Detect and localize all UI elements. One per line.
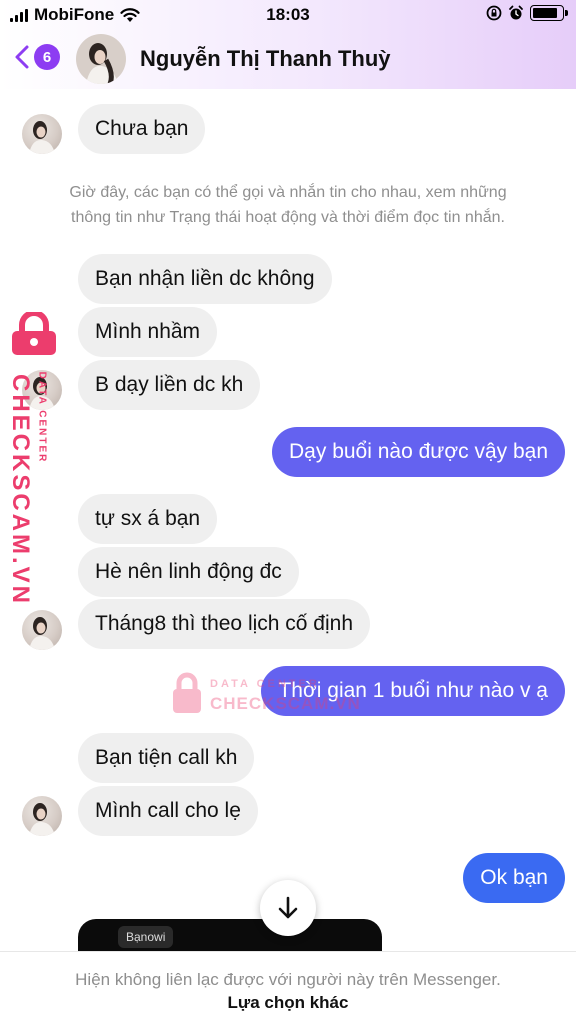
message-outgoing[interactable]: Dạy buổi nào được vậy bạn [272,427,565,477]
composer-unavailable-footer: Hiện không liên lạc được với người này t… [0,951,576,1024]
contact-avatar[interactable] [76,34,126,84]
system-notice: Giờ đây, các bạn có thể gọi và nhắn tin … [0,180,576,230]
message-outgoing[interactable]: Ok bạn [463,853,565,903]
unavailable-notice: Hiện không liên lạc được với người này t… [75,970,501,989]
chat-header: MobiFone 18:03 6 Nguyễn Thị Thanh Thuỳ [0,0,576,89]
scroll-down-button[interactable] [260,880,316,936]
unread-count-badge: 6 [34,44,60,70]
status-bar: MobiFone 18:03 [0,0,576,30]
message-incoming[interactable]: Mình nhầm [78,307,218,357]
other-options-link[interactable]: Lựa chọn khác [0,993,576,1013]
contact-name[interactable]: Nguyễn Thị Thanh Thuỳ [140,46,391,72]
back-chevron-icon [15,45,29,69]
scroll-down-arrow-icon [278,896,298,919]
watermark-tagline: DATA CENTER [36,371,48,464]
message-incoming[interactable]: Mình call cho lẹ [78,786,258,836]
battery-icon [530,5,568,21]
lock-icon [173,672,201,713]
message-incoming[interactable]: Bạn tiện call kh [78,733,255,783]
message-outgoing[interactable]: Thời gian 1 buổi như nào v ạ [261,666,565,716]
sender-photo [29,121,55,154]
sender-avatar[interactable] [22,114,62,154]
message-incoming[interactable]: Bạn nhận liền dc không [78,254,332,304]
message-incoming[interactable]: tự sx á bạn [78,494,218,544]
notice-line: Giờ đây, các bạn có thể gọi và nhắn tin … [69,184,507,201]
media-tag: Bạnowi [118,926,174,948]
status-icons [486,5,568,21]
sender-avatar[interactable] [22,796,62,836]
message-incoming[interactable]: Hè nên linh động đc [78,547,299,597]
message-incoming[interactable]: B dạy liền dc kh [78,360,261,410]
notice-line: thông tin như Trạng thái hoạt động và th… [71,209,505,226]
watermark-side: CHECKSCAM.VN [6,312,62,606]
alarm-icon [509,5,523,20]
nav-bar: 6 Nguyễn Thị Thanh Thuỳ [0,30,576,86]
message-incoming[interactable]: Chưa bạn [78,104,206,154]
contact-photo [76,34,126,84]
message-incoming[interactable]: Tháng8 thì theo lịch cố định [78,599,371,649]
lock-icon [12,312,56,355]
sender-photo [29,803,55,836]
back-button[interactable]: 6 [14,44,60,70]
lock-rotation-icon [486,5,502,21]
sender-avatar[interactable] [22,610,62,650]
sender-photo [29,617,55,650]
